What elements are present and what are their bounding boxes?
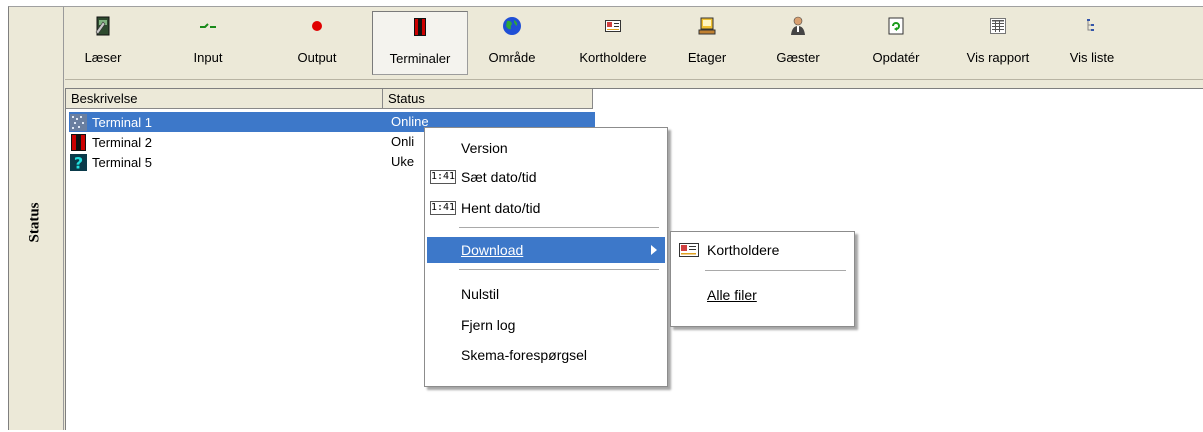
menu-item-version[interactable]: Version xyxy=(427,135,665,161)
row-name: Terminal 5 xyxy=(92,154,152,170)
toolbar-button-cardholders[interactable]: Kortholdere xyxy=(565,11,661,75)
menu-item-schedule-query[interactable]: Skema-forespørgsel xyxy=(427,342,665,368)
menu-item-set-datetime[interactable]: 1:41 Sæt dato/tid xyxy=(427,164,665,190)
report-icon xyxy=(988,16,1008,36)
toolbar-button-area[interactable]: Område xyxy=(479,11,545,75)
terminal-unknown-icon: ? xyxy=(70,153,87,172)
menu-item-get-datetime[interactable]: 1:41 Hent dato/tid xyxy=(427,195,665,221)
input-icon xyxy=(198,16,218,36)
menu-item-label: Skema-forespørgsel xyxy=(461,347,588,363)
table-row[interactable]: Terminal 2 Onli xyxy=(69,132,414,152)
toolbar-label: Område xyxy=(488,50,536,65)
submenu-item-cardholders[interactable]: Kortholdere xyxy=(673,237,852,263)
toolbar-label: Gæster xyxy=(776,50,820,65)
toolbar-button-show-list[interactable]: Vis liste xyxy=(1055,11,1129,75)
floor-icon xyxy=(697,16,717,36)
menu-item-label: Version xyxy=(461,140,508,156)
menu-item-label: Sæt dato/tid xyxy=(461,169,537,185)
menu-item-reset[interactable]: Nulstil xyxy=(427,281,665,307)
toolbar-label: Etager xyxy=(687,50,727,65)
reader-icon xyxy=(93,16,113,36)
table-row[interactable]: ? Terminal 5 Uke xyxy=(69,152,414,172)
refresh-icon xyxy=(886,16,906,36)
menu-item-download[interactable]: Download xyxy=(427,237,665,263)
toolbar-label: Input xyxy=(193,50,223,65)
toolbar: Læser Input Output Terminaler Område Kor… xyxy=(65,7,1203,80)
menu-item-label: Nulstil xyxy=(461,286,500,302)
menu-separator xyxy=(459,269,659,271)
column-header-status[interactable]: Status xyxy=(383,89,593,109)
column-header-description[interactable]: Beskrivelse xyxy=(66,89,383,109)
menu-item-remove-log[interactable]: Fjern log xyxy=(427,312,665,338)
menu-item-label: Download xyxy=(461,242,524,258)
toolbar-button-show-report[interactable]: Vis rapport xyxy=(955,11,1041,75)
toolbar-button-terminals[interactable]: Terminaler xyxy=(372,11,468,75)
toolbar-button-reader[interactable]: Læser xyxy=(73,11,133,75)
clock-icon: 1:41 xyxy=(430,201,456,215)
toolbar-button-floors[interactable]: Etager xyxy=(677,11,737,75)
toolbar-label: Output xyxy=(297,50,337,65)
toolbar-label: Kortholdere xyxy=(579,50,647,65)
menu-item-label: Hent dato/tid xyxy=(461,200,541,216)
row-name: Terminal 1 xyxy=(92,114,152,130)
submenu-arrow-icon xyxy=(651,245,657,255)
list-icon xyxy=(1082,16,1102,36)
toolbar-label: Opdatér xyxy=(872,50,920,65)
menu-separator xyxy=(705,270,846,272)
card-icon xyxy=(676,243,702,257)
toolbar-label: Vis liste xyxy=(1069,50,1115,65)
toolbar-label: Vis rapport xyxy=(966,50,1030,65)
svg-text:?: ? xyxy=(74,153,83,172)
toolbar-button-guests[interactable]: Gæster xyxy=(765,11,831,75)
side-label: Status xyxy=(23,177,47,267)
terminal-icon xyxy=(71,133,86,151)
menu-separator xyxy=(459,227,659,229)
guest-icon xyxy=(788,16,808,36)
toolbar-label: Læser xyxy=(84,50,122,65)
terminal-icon xyxy=(410,17,430,37)
clock-icon: 1:41 xyxy=(430,170,456,184)
toolbar-label: Terminaler xyxy=(389,51,451,66)
submenu-item-all-files[interactable]: Alle filer xyxy=(673,282,852,308)
row-status: Online xyxy=(391,114,429,129)
card-icon xyxy=(603,16,623,36)
globe-icon xyxy=(502,16,522,36)
toolbar-button-refresh[interactable]: Opdatér xyxy=(863,11,929,75)
menu-item-label: Kortholdere xyxy=(707,242,780,258)
menu-item-label: Alle filer xyxy=(707,287,757,303)
row-status: Uke xyxy=(391,154,415,169)
side-label-text: Status xyxy=(26,201,43,243)
row-name: Terminal 2 xyxy=(92,134,152,150)
side-panel: Status xyxy=(9,7,64,430)
menu-item-label: Fjern log xyxy=(461,317,516,333)
output-icon xyxy=(307,16,327,36)
download-submenu: Kortholdere Alle filer xyxy=(670,231,855,327)
toolbar-button-input[interactable]: Input xyxy=(183,11,233,75)
terminal-online-icon xyxy=(70,113,87,131)
context-menu: Version 1:41 Sæt dato/tid 1:41 Hent dato/t… xyxy=(424,127,668,387)
toolbar-button-output[interactable]: Output xyxy=(287,11,347,75)
row-status: Onli xyxy=(391,134,415,149)
